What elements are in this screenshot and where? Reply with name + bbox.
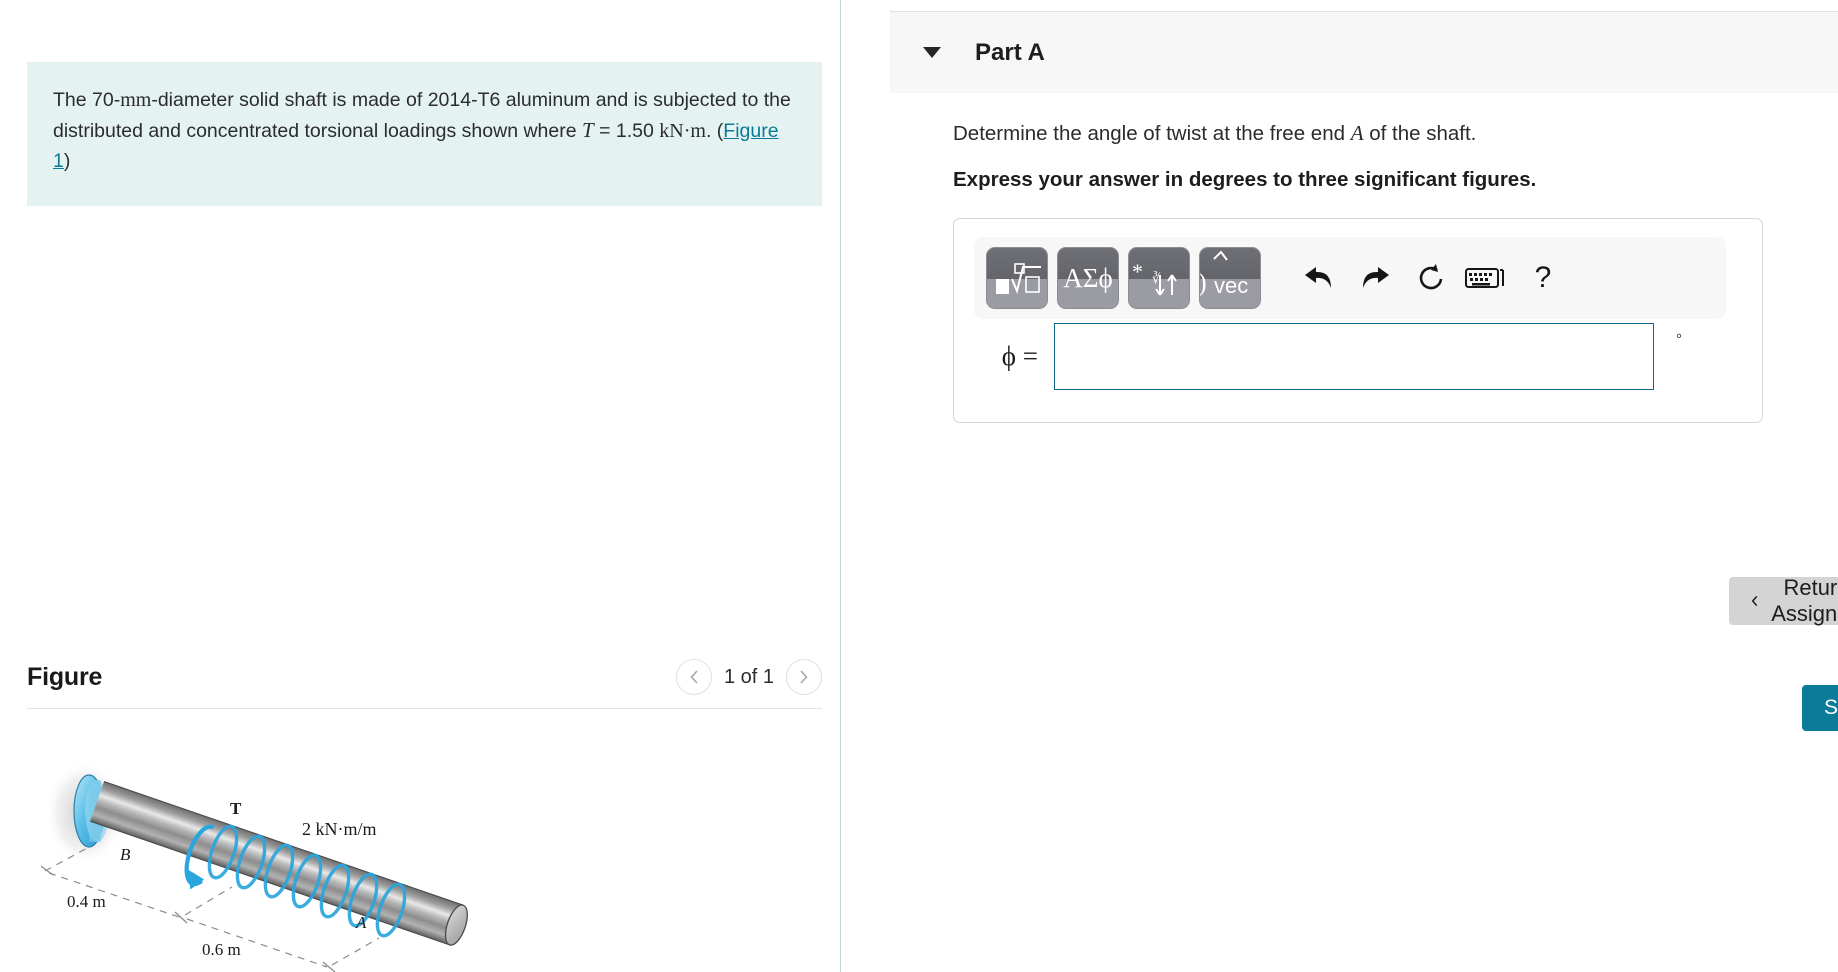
symbol-T: T [582,118,594,142]
figure-label-B: B [120,845,131,864]
chevron-left-icon [1751,595,1758,607]
reset-circular-arrow-icon [1419,264,1443,290]
chevron-left-icon [690,670,698,684]
keyboard-icon [1465,268,1504,288]
question-mark-icon: ? [1534,261,1552,294]
figure-header-row: Figure 1 of 1 [27,648,822,706]
unit-kn-m: kN·m [659,120,706,142]
right-panel: Part A Determine the angle of twist at t… [841,0,1838,972]
reset-button[interactable] [1403,250,1459,306]
footer-row: Return to Assignment Provide Feedback [1729,575,1838,627]
answer-input[interactable] [1054,323,1654,390]
left-panel: The 70-mm-diameter solid shaft is made o… [0,0,840,972]
undo-button[interactable] [1291,250,1347,306]
prompt-post: of the shaft. [1363,122,1477,145]
shaft-torsion-diagram: T B A 2 kN·m/m 0.4 m 0.6 m [40,761,468,972]
page-root: The 70-mm-diameter solid shaft is made o… [0,0,1838,972]
return-button-label: Return to Assignment [1771,575,1838,626]
operators-button[interactable]: * ∛ [1128,247,1190,309]
answer-unit-label: ° [1676,331,1682,348]
figure-image: T B A 2 kN·m/m 0.4 m 0.6 m [27,735,822,972]
triangle-down-icon[interactable] [923,47,941,58]
greek-symbols-button[interactable]: ΑΣϕ [1057,247,1119,309]
square-root-template-icon [987,248,1047,308]
chevron-right-icon [800,670,808,684]
figure-prev-button[interactable] [675,659,712,695]
redo-arrow-icon [1363,267,1389,288]
part-a-header[interactable]: Part A [890,11,1838,93]
prompt-pre: Determine the angle of twist at the free… [953,122,1351,145]
math-template-button[interactable] [986,247,1048,309]
part-prompt: Determine the angle of twist at the free… [953,119,1838,148]
figure-dim-right-label: 0.6 m [202,940,241,959]
help-button[interactable]: ? [1515,250,1571,306]
figure-distributed-load-label: 2 kN·m/m [302,819,377,839]
vector-notation-icon: ) vec [1200,248,1260,308]
svg-text:): ) [1200,268,1207,297]
keyboard-button[interactable] [1459,250,1515,306]
figure-pager: 1 of 1 [675,659,822,695]
redo-button[interactable] [1347,250,1403,306]
undo-arrow-icon [1305,267,1331,288]
figure-next-button[interactable] [786,659,822,695]
figure-divider [27,708,822,709]
figure-title: Figure [27,662,103,691]
svg-text:vec: vec [1214,273,1248,298]
figure-dim-left-label: 0.4 m [67,892,106,911]
unit-mm: mm [120,89,152,111]
question-text: The 70-mm-diameter solid shaft is made o… [53,85,796,176]
answer-input-row: ϕ = ° [954,323,1762,390]
question-text-part3: . ( [705,120,724,142]
answer-entry-box: ΑΣϕ * ∛ vec ? ϕ = ° [953,218,1763,423]
submit-button[interactable]: Submit [1802,685,1838,731]
question-statement-box: The 70-mm-diameter solid shaft is made o… [27,62,822,206]
submit-row: Submit Request Answer [1802,685,1838,731]
math-toolbar: ΑΣϕ * ∛ vec ? [974,237,1726,319]
greek-letters-icon: ΑΣϕ [1063,262,1113,293]
answer-variable-label: ϕ = [1001,341,1038,371]
figure-label-A: A [355,913,367,932]
figure-label-T: T [230,799,242,818]
vector-button[interactable]: ) vec [1199,247,1261,309]
part-title: Part A [975,38,1045,66]
svg-text:*: * [1132,259,1143,284]
question-text-part4: ) [63,150,71,172]
question-text-part1: The 70- [53,89,121,111]
figure-page-label: 1 of 1 [723,665,774,688]
part-a-body: Determine the angle of twist at the free… [841,93,1838,731]
arrows-operators-icon: * ∛ [1129,248,1189,308]
return-to-assignment-button[interactable]: Return to Assignment [1729,575,1838,626]
question-equals: = 1.50 [593,120,660,142]
prompt-symbol-A: A [1350,121,1364,145]
figure-section: Figure 1 of 1 T B A 2 kN·m/m 0.4 m 0.6 m [27,648,822,972]
part-instruction: Express your answer in degrees to three … [953,168,1537,191]
